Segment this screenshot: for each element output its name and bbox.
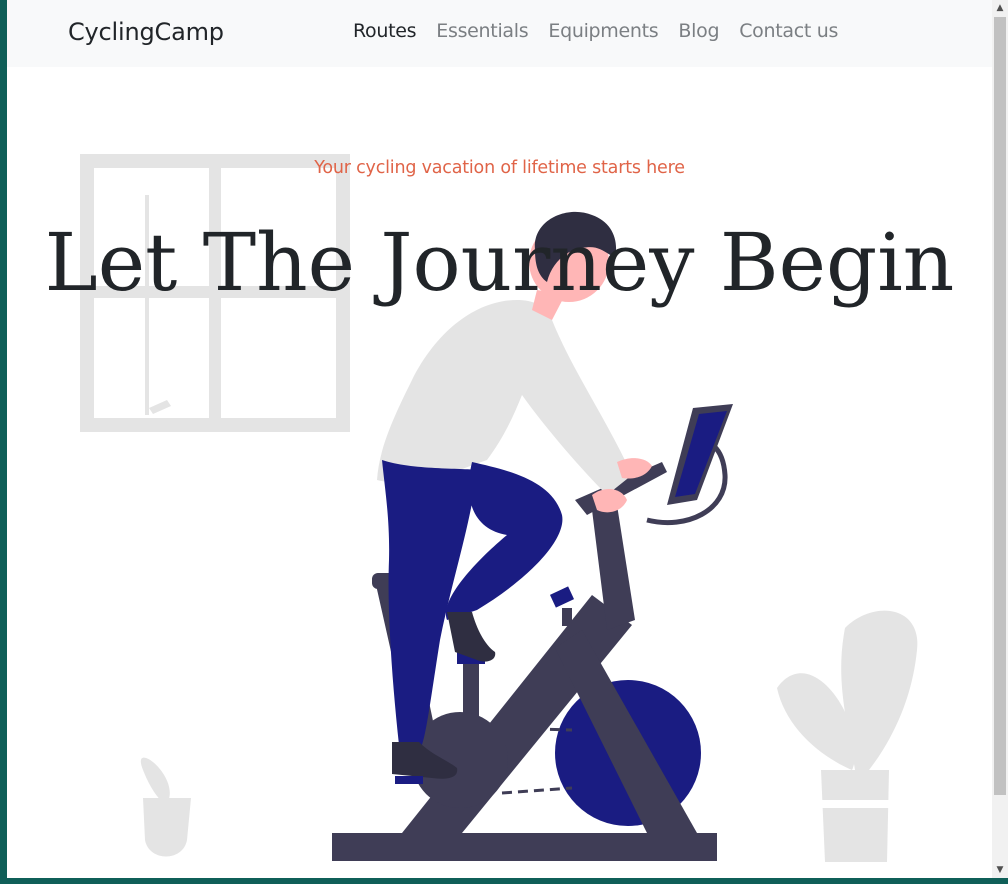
brand-logo[interactable]: CyclingCamp [68, 18, 224, 46]
nav-links: Routes Essentials Equipments Blog Contac… [353, 20, 858, 42]
nav-item-blog[interactable]: Blog [678, 20, 719, 42]
small-plant-illustration [140, 757, 191, 857]
hero-tagline: Your cycling vacation of lifetime starts… [314, 158, 685, 178]
nav-item-essentials[interactable]: Essentials [436, 20, 528, 42]
nav-item-routes[interactable]: Routes [353, 20, 417, 42]
window-bottom-edge [0, 878, 1008, 884]
nav-item-equipments[interactable]: Equipments [548, 20, 658, 42]
hero-illustration [80, 154, 918, 862]
navbar: CyclingCamp Routes Essentials Equipments… [7, 0, 992, 67]
hero-headline: Let The Journey Begin [44, 216, 955, 309]
nav-item-contact-us[interactable]: Contact us [739, 20, 838, 42]
browser-viewport: CyclingCamp Routes Essentials Equipments… [7, 0, 992, 878]
scroll-down-arrow-icon[interactable]: ▼ [992, 862, 1008, 878]
scrollbar-thumb[interactable] [994, 17, 1006, 795]
vertical-scrollbar[interactable]: ▲ ▼ [992, 0, 1008, 878]
scroll-up-arrow-icon[interactable]: ▲ [992, 0, 1008, 16]
large-plant-illustration [777, 610, 918, 862]
